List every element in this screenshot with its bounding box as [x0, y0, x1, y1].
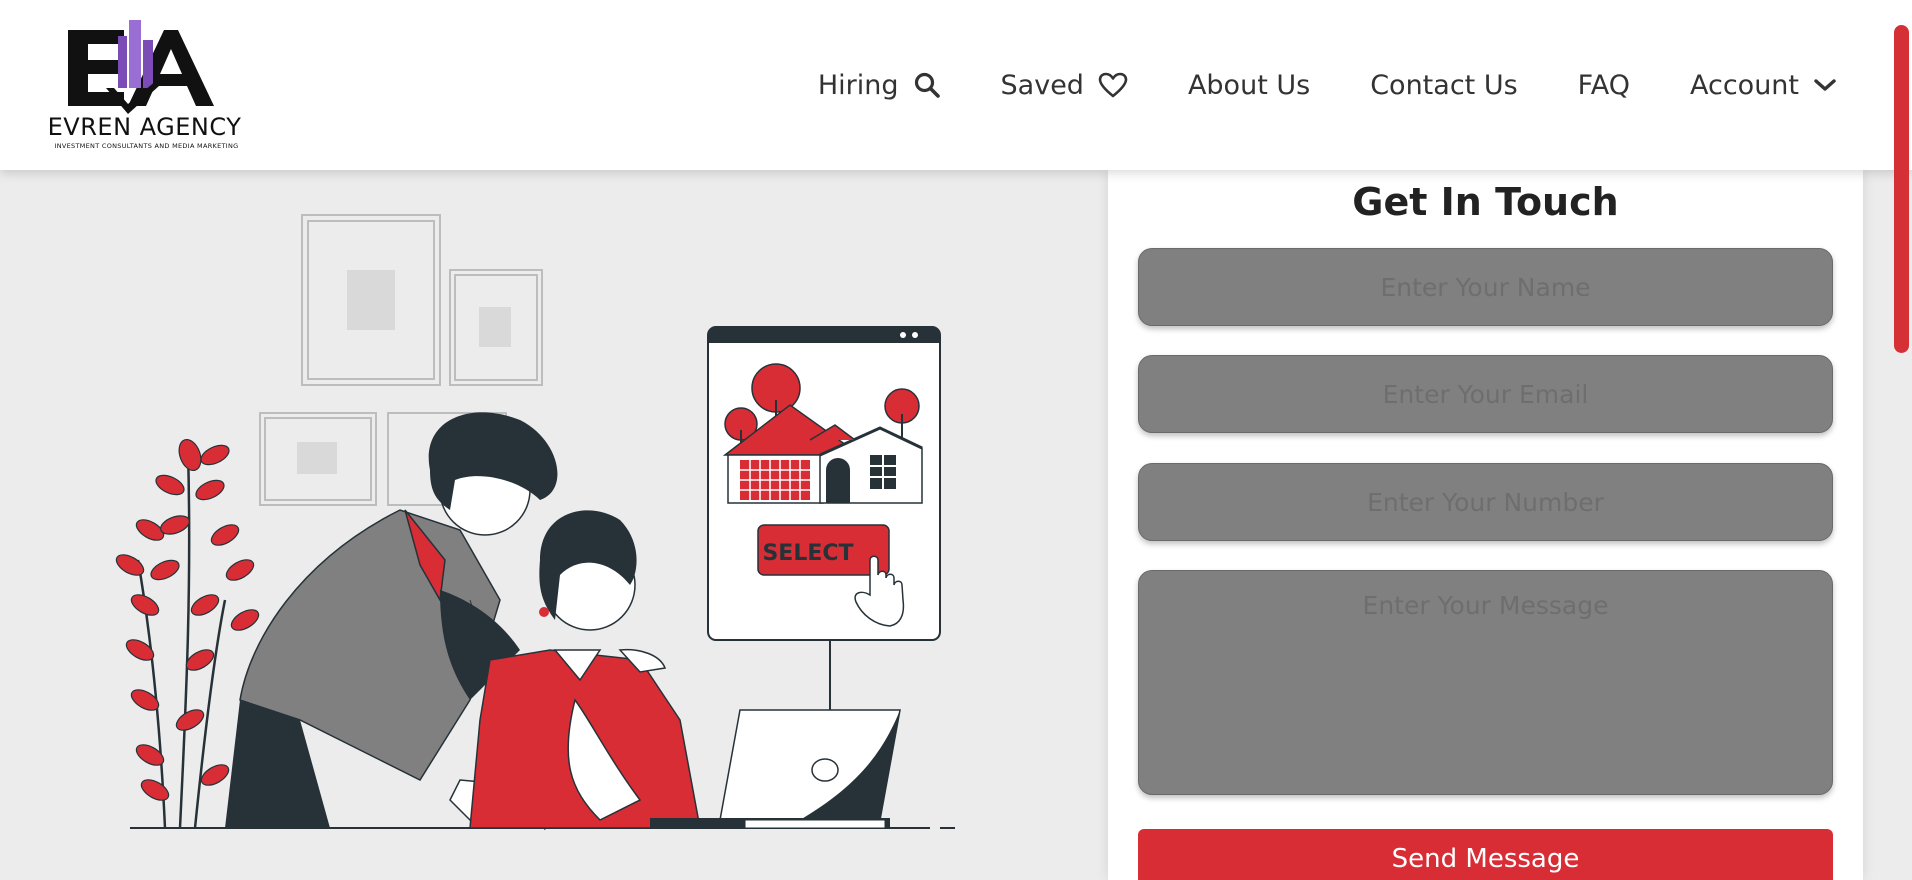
chevron-down-icon: [1814, 79, 1836, 91]
page-scrollbar[interactable]: [1890, 0, 1912, 880]
brand-logo[interactable]: EVREN AGENCY INVESTMENT CONSULTANTS AND …: [32, 18, 257, 153]
nav-item-contact-us[interactable]: Contact Us: [1370, 70, 1517, 101]
message-textarea[interactable]: [1138, 570, 1833, 795]
scrollbar-thumb[interactable]: [1894, 25, 1909, 353]
name-input[interactable]: [1138, 248, 1833, 326]
nav-item-saved[interactable]: Saved: [1001, 70, 1128, 101]
brand-tagline: INVESTMENT CONSULTANTS AND MEDIA MARKETI…: [54, 142, 239, 150]
nav-item-hiring[interactable]: Hiring: [818, 70, 941, 101]
nav-item-about-us[interactable]: About Us: [1188, 70, 1310, 101]
send-message-button[interactable]: Send Message: [1138, 829, 1833, 880]
select-label: SELECT: [762, 541, 853, 566]
form-title: Get In Touch: [1352, 180, 1619, 224]
brand-name: EVREN AGENCY: [47, 113, 242, 141]
nav-item-label: Account: [1689, 69, 1799, 101]
nav-item-faq[interactable]: FAQ: [1578, 70, 1630, 101]
search-icon: [914, 72, 940, 98]
nav-item-label: Hiring: [817, 69, 899, 101]
house-listing-card: SELECT: [707, 326, 941, 710]
email-input[interactable]: [1138, 355, 1833, 433]
number-input[interactable]: [1138, 463, 1833, 541]
nav-item-label: About Us: [1187, 69, 1311, 101]
evren-agency-logo-mark: [68, 20, 214, 114]
nav-item-account[interactable]: Account: [1690, 70, 1837, 101]
house-selection-illustration: SELECT: [115, 214, 955, 831]
nav-item-label: Contact Us: [1370, 69, 1518, 101]
woman-figure: [469, 510, 701, 829]
heart-icon: [1098, 72, 1128, 98]
nav-item-label: FAQ: [1577, 69, 1630, 101]
navbar: EVREN AGENCY INVESTMENT CONSULTANTS AND …: [0, 0, 1912, 170]
nav-item-label: Saved: [1000, 69, 1084, 101]
contact-form-panel: Get In Touch Send Message: [1108, 170, 1863, 880]
main-nav: Hiring Saved About Us Contact Us FAQ Acc…: [818, 60, 1837, 110]
